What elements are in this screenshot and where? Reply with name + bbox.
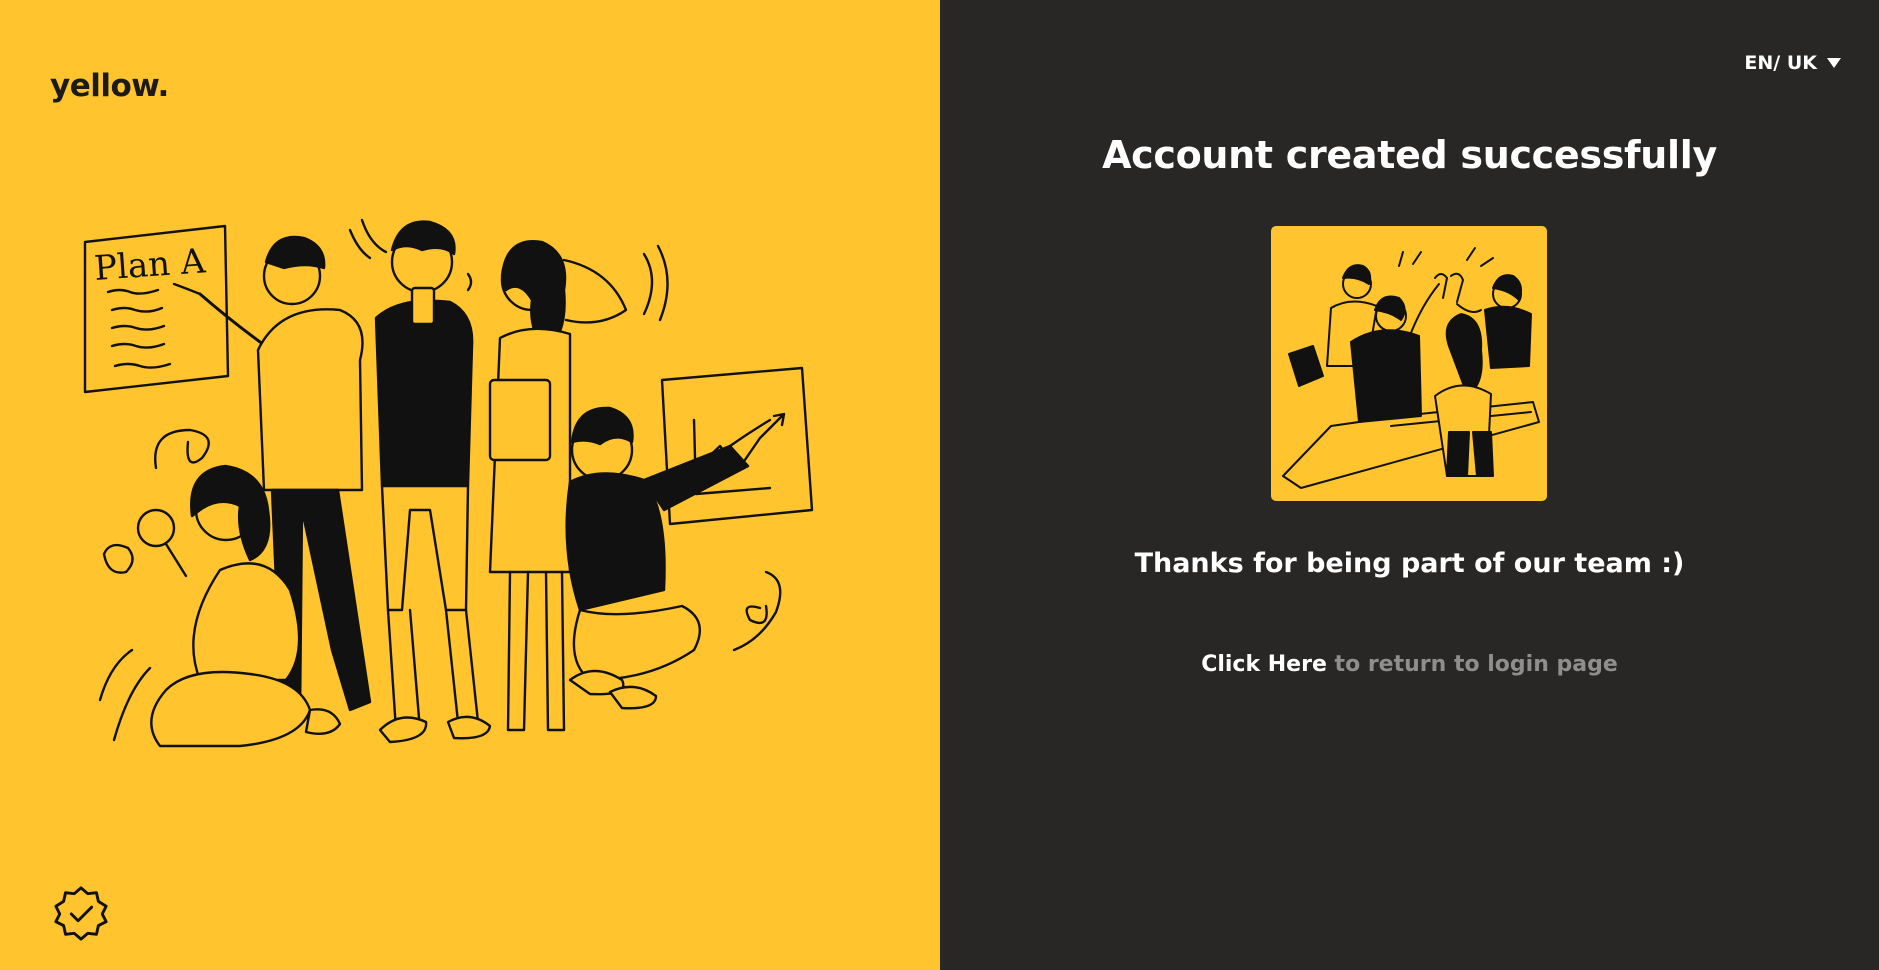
right-panel: EN/ UK Account created successfully Than… [940, 0, 1879, 970]
verified-badge-icon [54, 886, 108, 941]
click-here-link[interactable]: Click Here [1201, 652, 1327, 677]
login-return-line: Click Here to return to login page [940, 652, 1879, 677]
page-title: Account created successfully [1102, 133, 1717, 177]
language-label: EN/ UK [1744, 52, 1817, 74]
logo: yellow. [50, 68, 169, 104]
success-illustration [1271, 226, 1547, 501]
thanks-message: Thanks for being part of our team :) [1134, 548, 1685, 579]
login-return-text: to return to login page [1334, 652, 1618, 677]
language-selector[interactable]: EN/ UK [1744, 52, 1841, 74]
left-panel: yellow. Plan A [0, 0, 940, 970]
chevron-down-icon [1827, 58, 1841, 68]
team-planning-illustration: Plan A [83, 218, 814, 748]
whiteboard-text: Plan A [93, 241, 207, 289]
